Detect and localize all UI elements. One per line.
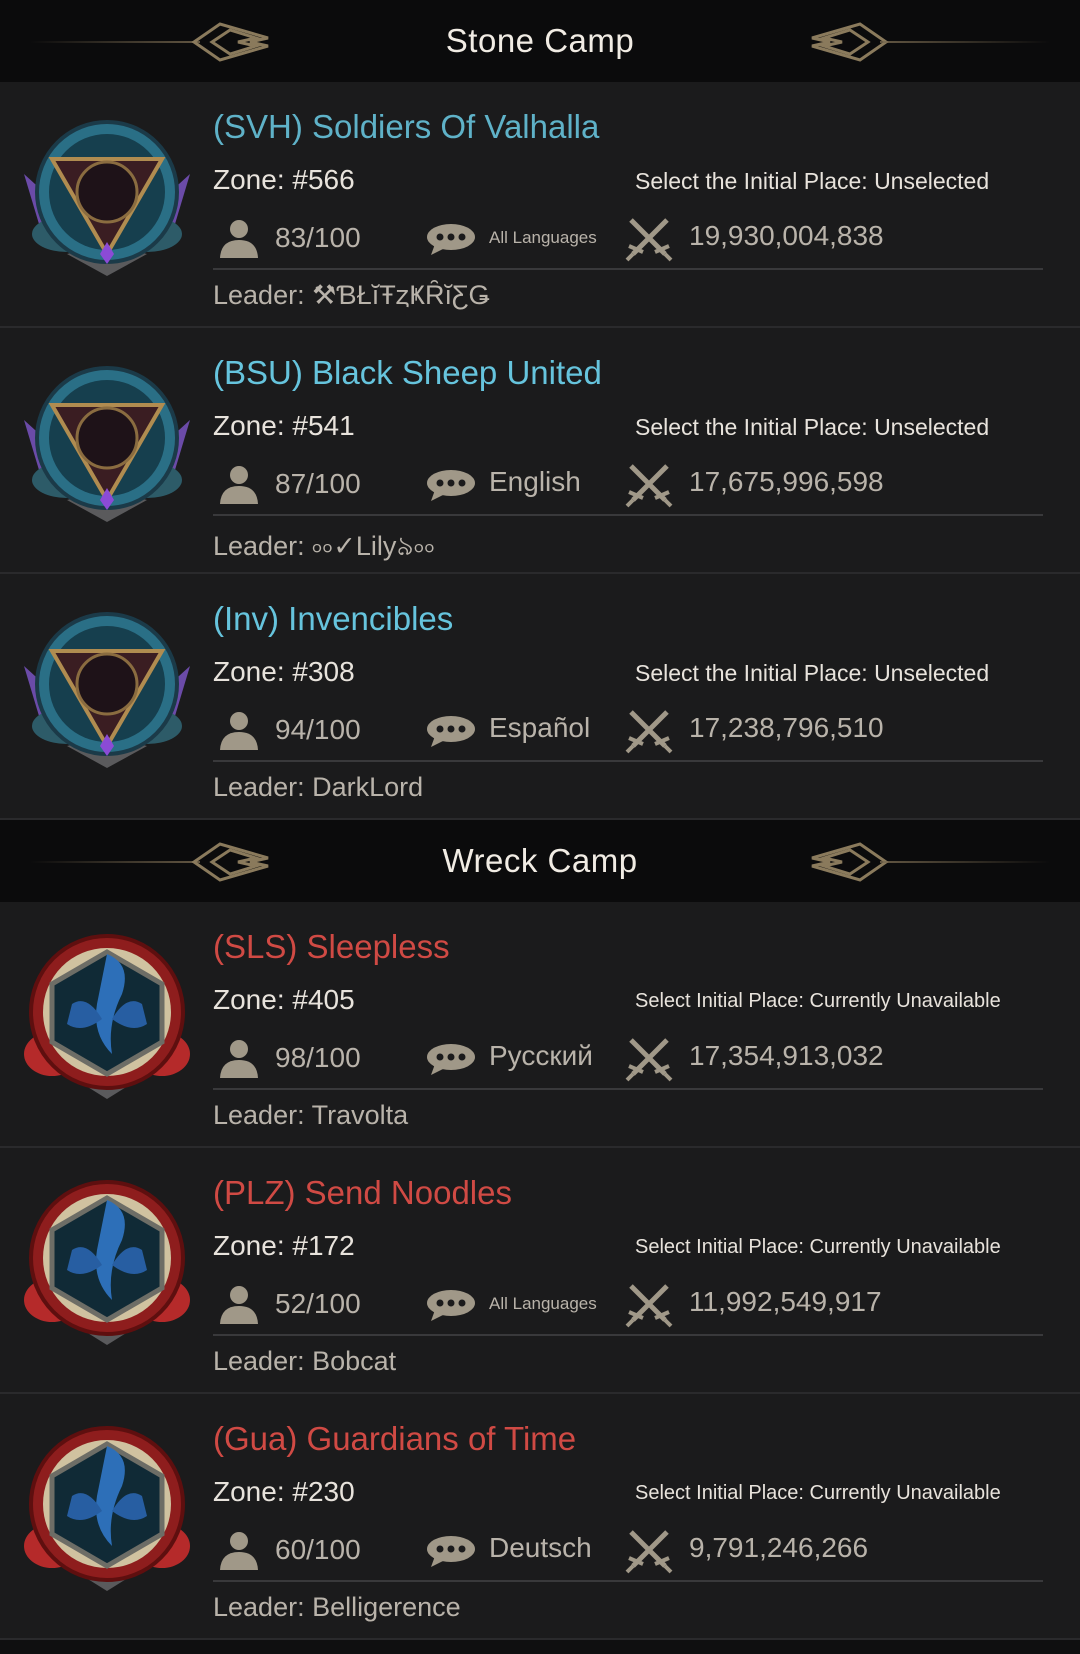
guild-row[interactable]: (BSU) Black Sheep United Zone: #541 Sele…: [0, 328, 1080, 574]
guild-language: Русский: [489, 1040, 593, 1071]
divider-line: [30, 861, 200, 863]
member-count: 98/100: [275, 1042, 361, 1073]
guild-row[interactable]: (Inv) Invencibles Zone: #308 Select the …: [0, 574, 1080, 820]
guild-stats: 98/100 Русский 17,354,913,032: [213, 1032, 1043, 1090]
guild-zone: Zone: #308: [213, 656, 355, 687]
divider-line: [880, 41, 1050, 43]
person-icon: [217, 1284, 261, 1324]
guild-stats: 83/100 All Languages 19,930,004,838: [213, 212, 1043, 270]
person-icon: [217, 218, 261, 258]
guild-name[interactable]: (Gua) Guardians of Time: [213, 1420, 576, 1458]
initial-place-status: Select the Initial Place: Unselected: [635, 168, 990, 194]
camps-list: Stone Camp (SVH) Soldiers Of Valhalla Zo…: [0, 0, 1080, 1640]
guild-power: 19,930,004,838: [689, 220, 884, 251]
initial-place-status: Select Initial Place: Currently Unavaila…: [635, 1236, 1001, 1258]
guild-row[interactable]: (Gua) Guardians of Time Zone: #230 Selec…: [0, 1394, 1080, 1640]
guild-row[interactable]: (PLZ) Send Noodles Zone: #172 Select Ini…: [0, 1148, 1080, 1394]
member-count: 52/100: [275, 1288, 361, 1319]
guild-language: English: [489, 466, 581, 497]
guild-power: 11,992,549,917: [689, 1286, 882, 1317]
initial-place-status: Select Initial Place: Currently Unavaila…: [635, 1482, 1001, 1504]
camp-header: Wreck Camp: [0, 820, 1080, 902]
guild-leader: Leader: Travolta: [213, 1100, 409, 1130]
member-count: 87/100: [275, 468, 361, 499]
guild-name[interactable]: (SLS) Sleepless: [213, 928, 450, 966]
person-icon: [217, 1530, 261, 1570]
guild-language: All Languages: [489, 1294, 597, 1313]
person-icon: [217, 710, 261, 750]
chat-bubble-icon: [425, 714, 477, 748]
divider-line: [880, 861, 1050, 863]
crossed-swords-icon: [625, 1036, 673, 1082]
chat-bubble-icon: [425, 1288, 477, 1322]
person-icon: [217, 1038, 261, 1078]
guild-zone: Zone: #566: [213, 164, 355, 195]
wing-ornament-icon: [810, 840, 890, 884]
mantis-emblem-icon[interactable]: [12, 350, 202, 540]
wing-ornament-icon: [190, 840, 270, 884]
guild-stats: 52/100 All Languages 11,992,549,917: [213, 1278, 1043, 1336]
guild-zone: Zone: #541: [213, 410, 355, 441]
guild-power: 17,238,796,510: [689, 712, 884, 743]
member-count: 60/100: [275, 1534, 361, 1565]
chat-bubble-icon: [425, 1534, 477, 1568]
guild-row[interactable]: (SVH) Soldiers Of Valhalla Zone: #566 Se…: [0, 82, 1080, 328]
person-icon: [217, 464, 261, 504]
guild-zone: Zone: #230: [213, 1476, 355, 1507]
scorpion-emblem-icon[interactable]: [12, 1170, 202, 1360]
crossed-swords-icon: [625, 1528, 673, 1574]
chat-bubble-icon: [425, 222, 477, 256]
crossed-swords-icon: [625, 1282, 673, 1328]
flower-emblem-icon[interactable]: [12, 596, 202, 786]
guild-stats: 94/100 Español 17,238,796,510: [213, 704, 1043, 762]
crossed-swords-icon: [625, 708, 673, 754]
guild-zone: Zone: #405: [213, 984, 355, 1015]
guild-language: All Languages: [489, 228, 597, 247]
crossed-swords-icon: [625, 462, 673, 508]
guild-row[interactable]: (SLS) Sleepless Zone: #405 Select Initia…: [0, 902, 1080, 1148]
dragonfly-emblem-icon[interactable]: [12, 104, 202, 294]
guild-power: 17,675,996,598: [689, 466, 884, 497]
initial-place-status: Select the Initial Place: Unselected: [635, 660, 990, 686]
chat-bubble-icon: [425, 1042, 477, 1076]
member-count: 83/100: [275, 222, 361, 253]
guild-leader: Leader: ⚒ƁŁĭŦȥҜȒĭƸǤ: [213, 280, 490, 310]
initial-place-status: Select Initial Place: Currently Unavaila…: [635, 990, 1001, 1012]
guild-power: 9,791,246,266: [689, 1532, 869, 1563]
guild-name[interactable]: (PLZ) Send Noodles: [213, 1174, 512, 1212]
camp-title: Stone Camp: [445, 22, 635, 59]
guild-leader: Leader: Belligerence: [213, 1592, 461, 1622]
wing-ornament-icon: [190, 20, 270, 64]
wing-ornament-icon: [810, 20, 890, 64]
chat-bubble-icon: [425, 468, 477, 502]
camp-header: Stone Camp: [0, 0, 1080, 82]
camp-title: Wreck Camp: [442, 842, 638, 879]
crossed-swords-icon: [625, 216, 673, 262]
scorpion-emblem-icon[interactable]: [12, 924, 202, 1114]
initial-place-status: Select the Initial Place: Unselected: [635, 414, 990, 440]
scorpion-emblem-icon[interactable]: [12, 1416, 202, 1606]
guild-language: Español: [489, 712, 591, 743]
guild-stats: 60/100 Deutsch 9,791,246,266: [213, 1524, 1043, 1582]
guild-stats: 87/100 English 17,675,996,598: [213, 458, 1043, 516]
guild-name[interactable]: (BSU) Black Sheep United: [213, 354, 602, 392]
guild-leader: Leader: ৹৹✓Lily৯৹৹: [213, 531, 436, 561]
guild-leader: Leader: Bobcat: [213, 1346, 397, 1376]
guild-zone: Zone: #172: [213, 1230, 355, 1261]
guild-name[interactable]: (Inv) Invencibles: [213, 600, 453, 638]
member-count: 94/100: [275, 714, 361, 745]
guild-leader: Leader: DarkLord: [213, 772, 424, 802]
guild-power: 17,354,913,032: [689, 1040, 884, 1071]
divider-line: [30, 41, 200, 43]
guild-name[interactable]: (SVH) Soldiers Of Valhalla: [213, 108, 599, 146]
guild-language: Deutsch: [489, 1532, 592, 1563]
